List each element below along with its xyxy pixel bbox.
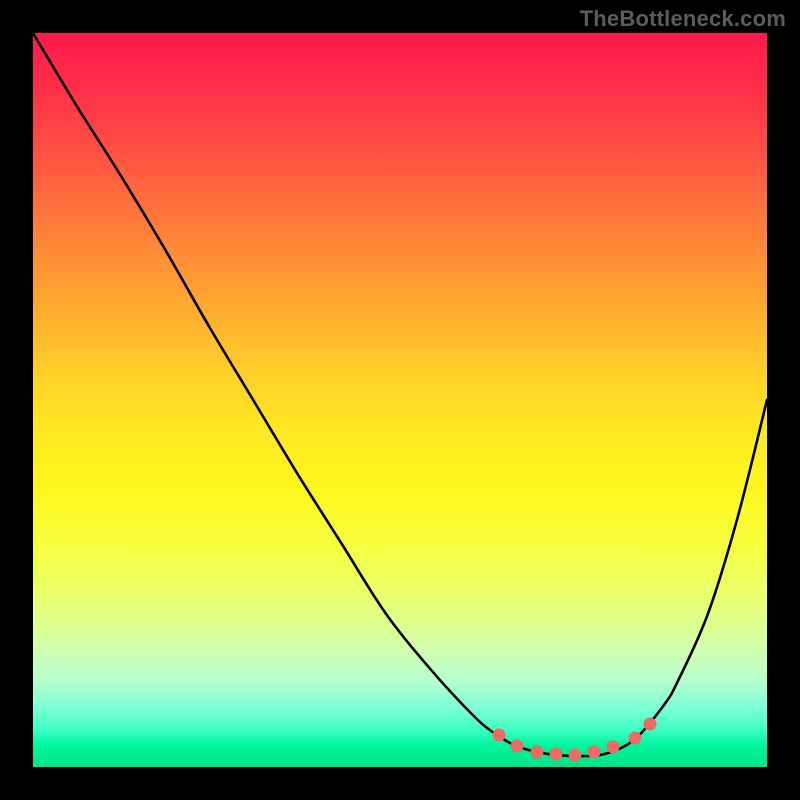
data-marker <box>511 739 524 752</box>
data-marker <box>587 746 600 759</box>
data-marker <box>568 748 581 761</box>
data-marker <box>530 745 543 758</box>
chart-frame: TheBottleneck.com <box>0 0 800 800</box>
curve-layer <box>33 33 767 767</box>
bottleneck-curve <box>33 33 767 756</box>
data-marker <box>549 747 562 760</box>
data-marker <box>606 741 619 754</box>
data-marker <box>493 728 506 741</box>
plot-area <box>33 33 767 767</box>
data-marker <box>628 731 641 744</box>
data-marker <box>643 718 656 731</box>
watermark-text: TheBottleneck.com <box>580 6 786 32</box>
